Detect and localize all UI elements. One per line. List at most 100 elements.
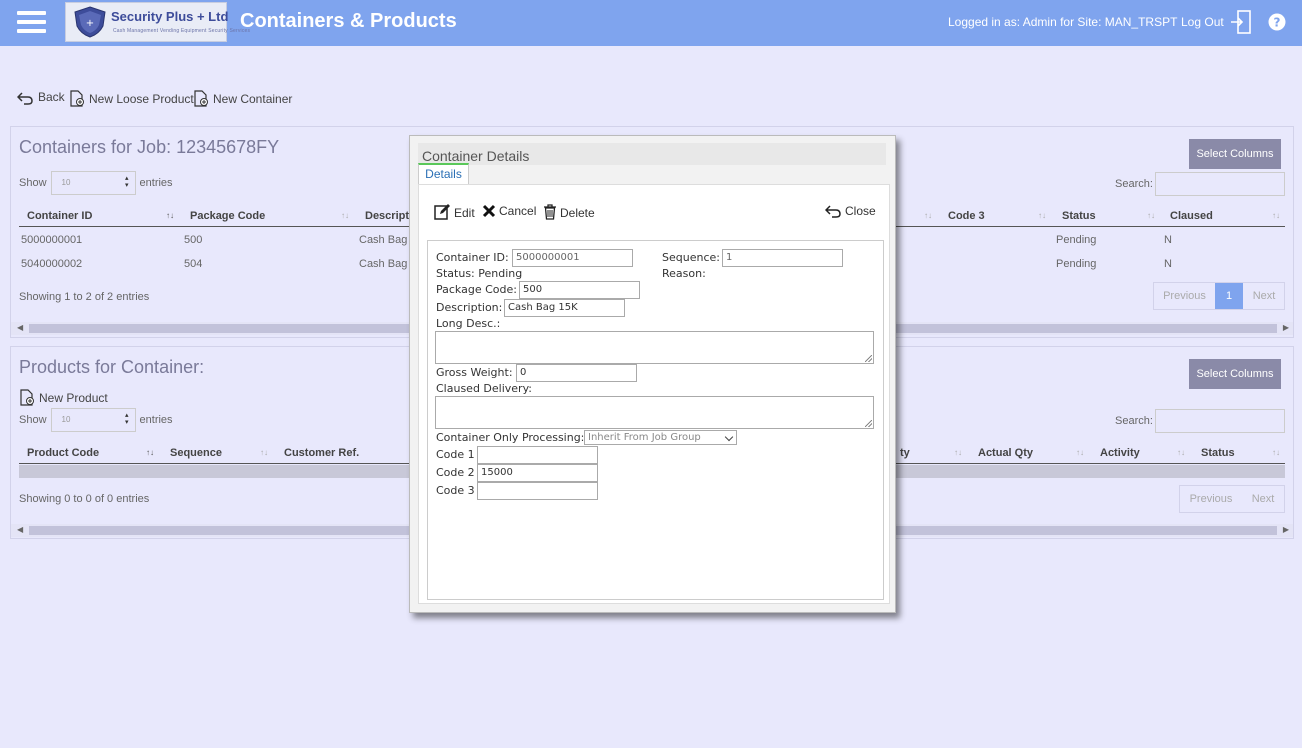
page-title: Containers & Products	[240, 10, 457, 32]
container-only-processing-label: Container Only Processing:	[436, 431, 585, 444]
scroll-right-icon[interactable]: ▶	[1283, 323, 1289, 332]
close-button[interactable]: Close	[824, 204, 876, 218]
col-sequence[interactable]: Sequence	[170, 447, 222, 459]
container-id-label: Container ID:	[436, 251, 509, 264]
search-input[interactable]	[1155, 172, 1285, 196]
code-2-field[interactable]: 15000	[477, 464, 598, 482]
show-entries: Show10entries	[19, 171, 173, 195]
previous-button[interactable]: Previous	[1180, 486, 1242, 512]
show-label: Show	[19, 413, 47, 426]
delete-button[interactable]: Delete	[543, 204, 595, 220]
reason-label: Reason:	[662, 267, 706, 280]
svg-text:?: ?	[1274, 16, 1281, 30]
long-desc-label: Long Desc.:	[436, 317, 501, 330]
close-label: Close	[845, 204, 876, 218]
cell-package-code: 500	[184, 234, 203, 246]
cell-description: Cash Bag	[359, 258, 408, 270]
page-1-button[interactable]: 1	[1215, 283, 1243, 309]
status-label: Status: Pending	[436, 267, 523, 280]
new-product-button[interactable]: New Product	[20, 389, 108, 406]
container-form: Container ID: 5000000001 Sequence: 1 Sta…	[427, 240, 884, 600]
claused-delivery-label: Claused Delivery:	[436, 382, 532, 395]
details-tab-panel: Edit Cancel Delete Close Container ID: 5…	[418, 184, 890, 604]
previous-button[interactable]: Previous	[1154, 283, 1215, 309]
new-container-button[interactable]: New Container	[194, 90, 292, 107]
help-icon[interactable]: ?	[1268, 13, 1286, 31]
code-1-field[interactable]	[477, 446, 598, 464]
delete-label: Delete	[560, 206, 595, 220]
code-3-label: Code 3	[436, 484, 475, 497]
package-code-field[interactable]: 500	[519, 281, 640, 299]
page-length-select[interactable]: 10	[50, 408, 136, 432]
cancel-button[interactable]: Cancel	[482, 204, 536, 218]
col-customer-ref[interactable]: Customer Ref.	[284, 447, 359, 459]
entries-label: entries	[139, 413, 173, 426]
cell-status: Pending	[1056, 258, 1097, 270]
new-document-icon	[194, 90, 208, 107]
select-columns-button[interactable]: Select Columns	[1189, 359, 1281, 389]
long-desc-textarea[interactable]	[435, 331, 874, 364]
package-code-label: Package Code:	[436, 283, 517, 296]
sort-icon: ↑↓	[1147, 211, 1155, 220]
col-activity[interactable]: Activity	[1100, 447, 1140, 459]
col-package-code[interactable]: Package Code	[190, 210, 265, 222]
close-x-icon	[482, 204, 496, 218]
sort-icon: ↑↓	[260, 448, 268, 457]
sort-icon: ↑↓	[1177, 448, 1185, 457]
sort-icon: ↑↓	[341, 211, 349, 220]
edit-button[interactable]: Edit	[434, 204, 475, 220]
back-button[interactable]: Back	[16, 90, 65, 105]
container-id-field[interactable]: 5000000001	[512, 249, 633, 267]
gross-weight-label: Gross Weight:	[436, 366, 513, 379]
tab-details[interactable]: Details	[418, 163, 469, 185]
top-bar: + Security Plus + Ltd Cash Management Ve…	[0, 0, 1302, 46]
col-product-code[interactable]: Product Code	[27, 447, 99, 459]
search-label: Search:	[1115, 415, 1153, 427]
sequence-field[interactable]: 1	[722, 249, 843, 267]
next-button[interactable]: Next	[1242, 486, 1284, 512]
show-label: Show	[19, 176, 47, 189]
cell-status: Pending	[1056, 234, 1097, 246]
logout-icon[interactable]	[1229, 9, 1253, 35]
col-status[interactable]: Status	[1201, 447, 1235, 459]
cancel-label: Cancel	[499, 204, 537, 218]
col-container-id[interactable]: Container ID	[27, 210, 92, 222]
logout-link[interactable]: Log Out	[1181, 15, 1224, 29]
col-status[interactable]: Status	[1062, 210, 1096, 222]
page-length-select[interactable]: 10	[50, 171, 136, 195]
code-2-label: Code 2	[436, 466, 475, 479]
new-document-icon	[20, 389, 34, 406]
next-button[interactable]: Next	[1243, 283, 1285, 309]
sequence-label: Sequence:	[662, 251, 720, 264]
col-actual-qty[interactable]: Actual Qty	[978, 447, 1033, 459]
cell-container-id: 5000000001	[21, 234, 83, 246]
col-code-3[interactable]: Code 3	[948, 210, 985, 222]
sort-icon: ↑↓	[954, 448, 962, 457]
containers-title: Containers for Job: 12345678FY	[19, 137, 280, 157]
search-label: Search:	[1115, 178, 1153, 190]
sort-icon: ↑↓	[1272, 211, 1280, 220]
shield-logo-icon: +	[74, 6, 106, 38]
menu-icon[interactable]	[17, 9, 46, 35]
col-claused[interactable]: Claused	[1170, 210, 1213, 222]
sort-icon: ↑↓	[166, 211, 174, 220]
scroll-left-icon[interactable]: ◀	[17, 323, 23, 332]
new-document-icon	[70, 90, 84, 107]
col-quantity[interactable]: ty	[900, 447, 910, 459]
pagination: Previous Next	[1179, 485, 1285, 513]
entries-label: entries	[139, 176, 173, 189]
search-input[interactable]	[1155, 409, 1285, 433]
select-columns-button[interactable]: Select Columns	[1189, 139, 1281, 169]
gross-weight-field[interactable]: 0	[516, 364, 637, 382]
new-loose-product-button[interactable]: New Loose Product	[70, 90, 194, 107]
scroll-left-icon[interactable]: ◀	[17, 525, 23, 534]
code-3-field[interactable]	[477, 482, 598, 500]
description-field[interactable]: Cash Bag 15K	[504, 299, 625, 317]
col-description[interactable]: Descript	[365, 210, 409, 222]
container-only-processing-select[interactable]: Inherit From Job Group	[584, 430, 737, 445]
scroll-right-icon[interactable]: ▶	[1283, 525, 1289, 534]
edit-icon	[434, 204, 450, 220]
claused-delivery-textarea[interactable]	[435, 396, 874, 429]
sort-icon: ↑↓	[146, 448, 154, 457]
back-arrow-icon	[16, 92, 33, 105]
